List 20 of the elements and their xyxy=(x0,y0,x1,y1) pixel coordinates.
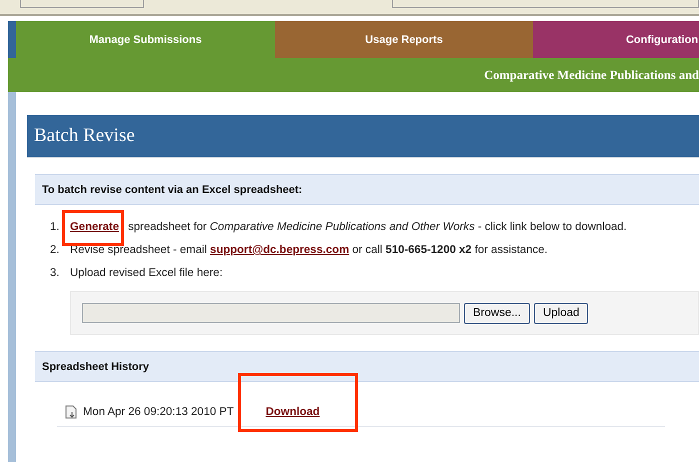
nav-tab[interactable]: Usage Reports xyxy=(275,21,533,58)
page-title: Batch Revise xyxy=(34,125,135,147)
upload-button[interactable]: Upload xyxy=(534,302,588,324)
nav-tab[interactable]: Configuration xyxy=(533,21,699,58)
file-field[interactable] xyxy=(82,303,460,323)
step-text: Upload revised Excel file here: xyxy=(70,267,223,279)
step-number: 2. xyxy=(50,244,60,256)
step-text: Generate spreadsheet for Comparative Medicine Publications and Other Works - click link below to download. xyxy=(70,221,627,233)
step-number: 3. xyxy=(50,267,60,279)
text-link[interactable]: Download xyxy=(266,406,320,418)
section-title: Spreadsheet History xyxy=(42,360,149,372)
text-link[interactable]: Generate xyxy=(70,221,119,233)
collection-title: Comparative Medicine Publications and xyxy=(484,68,699,82)
text-link[interactable]: support@dc.bepress.com xyxy=(210,244,350,256)
section-title: To batch revise content via an Excel spreadsheet: xyxy=(42,184,302,196)
step-text: Revise spreadsheet - email support@dc.bepress.com or call 510-665-1200 x2 for assistance. xyxy=(70,244,548,256)
document-icon xyxy=(65,405,78,419)
timestamp: Mon Apr 26 09:20:13 2010 PT xyxy=(83,406,234,418)
browse-button[interactable]: Browse... xyxy=(464,302,530,324)
step-number: 1. xyxy=(50,221,60,233)
